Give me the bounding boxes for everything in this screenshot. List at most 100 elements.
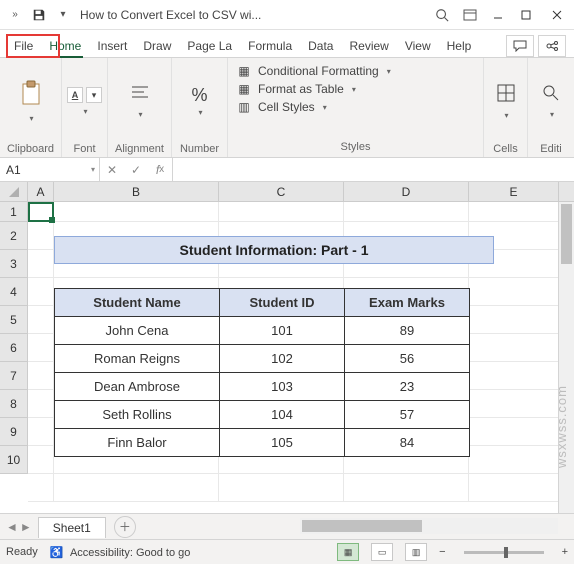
clipboard-icon[interactable] <box>20 80 42 110</box>
cell[interactable]: 101 <box>220 317 345 345</box>
col-header[interactable]: C <box>219 182 344 201</box>
fx-cancel-icon[interactable]: ✕ <box>100 163 124 177</box>
qat-chevrons-icon[interactable]: » <box>4 4 26 26</box>
select-all-corner[interactable] <box>0 182 28 202</box>
cell[interactable]: 56 <box>345 345 470 373</box>
cell[interactable]: 23 <box>345 373 470 401</box>
row-header[interactable]: 7 <box>0 362 27 390</box>
tab-file[interactable]: File <box>6 35 41 57</box>
tab-insert[interactable]: Insert <box>89 35 135 57</box>
cell[interactable]: 103 <box>220 373 345 401</box>
qat-dropdown-icon[interactable]: ▾ <box>52 4 74 26</box>
col-header[interactable]: D <box>344 182 469 201</box>
tab-help[interactable]: Help <box>439 35 480 57</box>
col-header[interactable]: A <box>28 182 54 201</box>
close-button[interactable] <box>540 1 574 29</box>
font-bold-button[interactable]: A <box>67 87 83 103</box>
tab-review[interactable]: Review <box>341 35 396 57</box>
editing-icon[interactable] <box>542 84 560 106</box>
row-header[interactable]: 2 <box>0 222 27 250</box>
tab-home[interactable]: Home <box>41 35 89 57</box>
chevron-down-icon[interactable]: ▾ <box>198 108 202 117</box>
col-header[interactable]: E <box>469 182 559 201</box>
save-icon[interactable] <box>28 4 50 26</box>
header-id[interactable]: Student ID <box>220 289 345 317</box>
name-box[interactable]: A1 ▾ <box>0 158 100 181</box>
tab-view[interactable]: View <box>397 35 439 57</box>
minimize-button[interactable] <box>484 1 512 29</box>
table-title[interactable]: Student Information: Part - 1 <box>54 236 494 264</box>
view-normal-button[interactable]: ▦ <box>337 543 359 561</box>
conditional-formatting-button[interactable]: ▦ Conditional Formatting ▾ <box>236 62 475 80</box>
zoom-knob[interactable] <box>504 547 508 558</box>
student-table: Student Name Student ID Exam Marks John … <box>54 288 470 457</box>
share-button[interactable] <box>538 35 566 57</box>
view-page-layout-button[interactable]: ▭ <box>371 543 393 561</box>
comments-button[interactable] <box>506 35 534 57</box>
chevron-down-icon[interactable]: ▾ <box>83 107 87 116</box>
zoom-slider[interactable] <box>464 551 544 554</box>
row-header[interactable]: 1 <box>0 202 27 222</box>
group-label: Editi <box>540 141 561 155</box>
add-sheet-button[interactable]: ＋ <box>114 516 136 538</box>
font-size-button[interactable]: ▾ <box>86 87 102 103</box>
cell[interactable]: Roman Reigns <box>55 345 220 373</box>
vertical-scrollbar[interactable] <box>558 202 574 513</box>
row-header[interactable]: 8 <box>0 390 27 418</box>
scroll-thumb[interactable] <box>302 520 422 532</box>
scroll-thumb[interactable] <box>561 204 572 264</box>
sheet-nav-prev-icon[interactable]: ◄ <box>6 520 18 534</box>
cell[interactable]: Finn Balor <box>55 429 220 457</box>
horizontal-scrollbar[interactable] <box>300 518 558 534</box>
zoom-in-button[interactable]: + <box>562 546 568 558</box>
ribbon-display-icon[interactable] <box>456 1 484 29</box>
header-marks[interactable]: Exam Marks <box>345 289 470 317</box>
view-page-break-button[interactable]: ▥ <box>405 543 427 561</box>
col-header[interactable]: B <box>54 182 219 201</box>
header-name[interactable]: Student Name <box>55 289 220 317</box>
tab-formulas[interactable]: Formula <box>240 35 300 57</box>
row-header[interactable]: 3 <box>0 250 27 278</box>
row-header[interactable]: 10 <box>0 446 27 474</box>
cell[interactable]: 104 <box>220 401 345 429</box>
row-header[interactable]: 6 <box>0 334 27 362</box>
cell[interactable]: John Cena <box>55 317 220 345</box>
chevron-down-icon[interactable]: ▾ <box>138 110 142 119</box>
fx-icon[interactable]: fx <box>148 163 172 177</box>
cell[interactable]: 84 <box>345 429 470 457</box>
cell[interactable]: 89 <box>345 317 470 345</box>
cells-icon[interactable] <box>496 83 516 107</box>
tab-page-layout[interactable]: Page La <box>179 35 240 57</box>
sheet-tab[interactable]: Sheet1 <box>38 517 106 538</box>
cell[interactable]: 57 <box>345 401 470 429</box>
row-header[interactable]: 9 <box>0 418 27 446</box>
tab-draw[interactable]: Draw <box>135 35 179 57</box>
zoom-out-button[interactable]: − <box>439 546 445 558</box>
percent-icon[interactable]: % <box>191 86 207 104</box>
alignment-icon[interactable] <box>130 84 150 106</box>
table-row: Finn Balor10584 <box>55 429 470 457</box>
cell[interactable]: 105 <box>220 429 345 457</box>
maximize-button[interactable] <box>512 1 540 29</box>
chevron-down-icon[interactable]: ▾ <box>29 114 33 123</box>
formula-input[interactable] <box>173 158 574 181</box>
accessibility-status[interactable]: ♿ Accessibility: Good to go <box>50 546 191 559</box>
cell-styles-button[interactable]: ▥ Cell Styles ▾ <box>236 98 475 116</box>
row-header[interactable]: 4 <box>0 278 27 306</box>
chevron-down-icon[interactable]: ▾ <box>504 111 508 120</box>
fx-accept-icon[interactable]: ✓ <box>124 163 148 177</box>
search-icon[interactable] <box>428 1 456 29</box>
active-cell[interactable] <box>28 202 54 222</box>
cell[interactable]: Seth Rollins <box>55 401 220 429</box>
label: Format as Table <box>258 82 344 96</box>
cell[interactable]: 102 <box>220 345 345 373</box>
row-header[interactable]: 5 <box>0 306 27 334</box>
fill-handle[interactable] <box>49 217 55 223</box>
tab-data[interactable]: Data <box>300 35 341 57</box>
chevron-down-icon[interactable]: ▾ <box>550 110 554 119</box>
format-as-table-button[interactable]: ▦ Format as Table ▾ <box>236 80 475 98</box>
sheet-nav-next-icon[interactable]: ► <box>20 520 32 534</box>
column-headers: A B C D E <box>0 182 574 202</box>
group-label: Number <box>180 141 219 155</box>
cell[interactable]: Dean Ambrose <box>55 373 220 401</box>
